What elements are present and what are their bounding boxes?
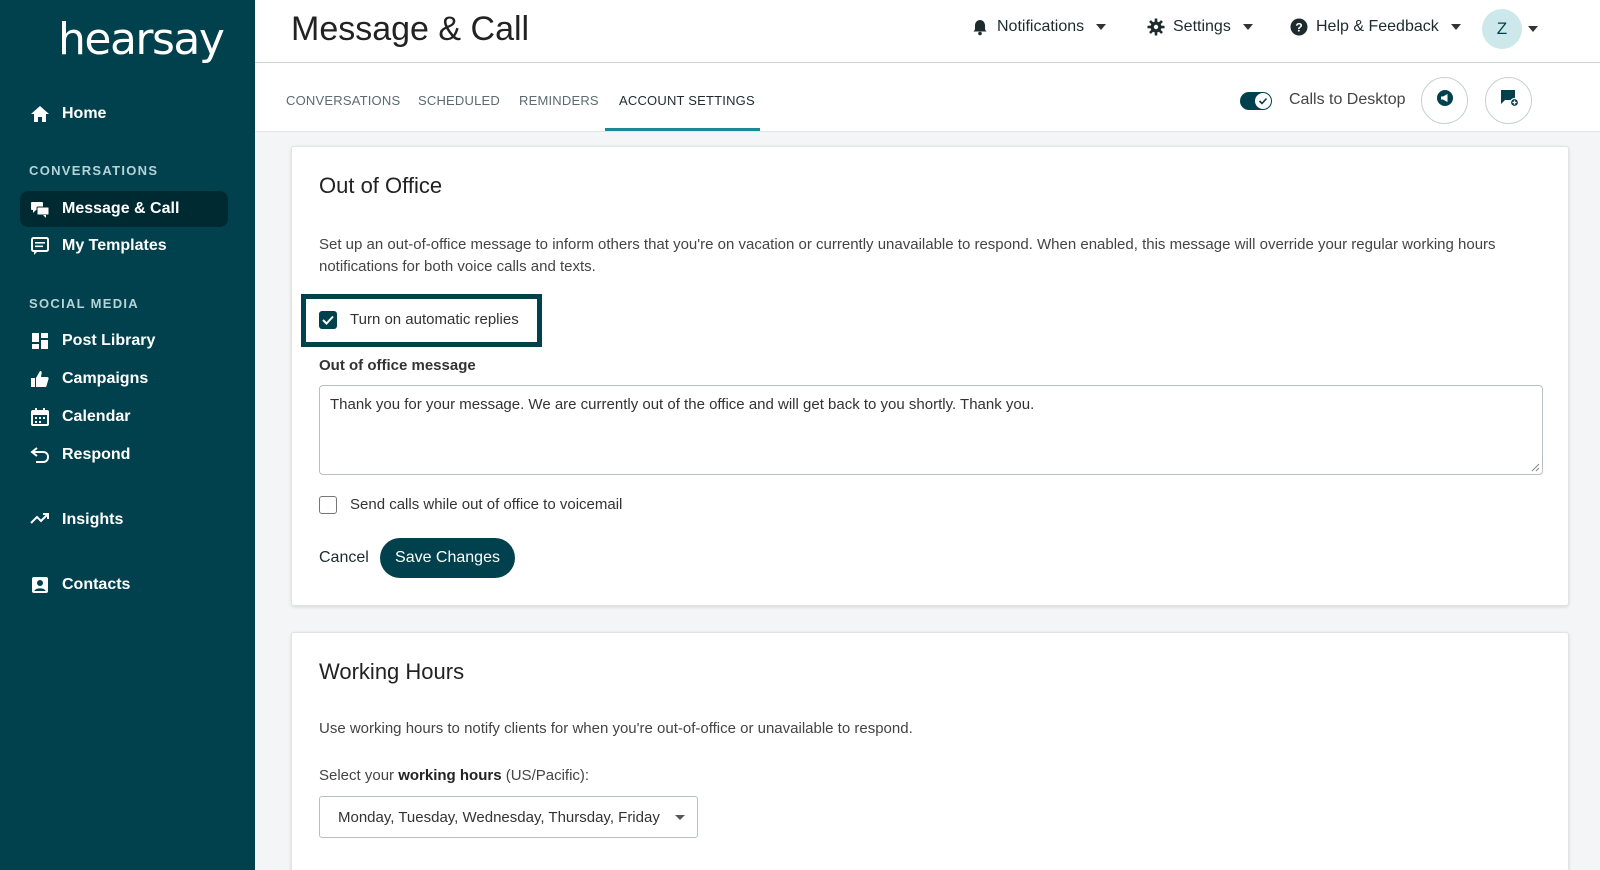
sidebar-item-respond[interactable]: Respond	[20, 437, 228, 473]
sidebar-item-label: Calendar	[62, 408, 131, 425]
chevron-down-icon	[1242, 24, 1253, 30]
sidebar-item-label: My Templates	[62, 237, 167, 254]
hearsay-logo[interactable]: hearsay	[58, 14, 225, 65]
message-field-label: Out of office message	[319, 357, 476, 374]
top-header: Message & Call Notifications Settings ? …	[255, 0, 1600, 63]
out-of-office-description: Set up an out-of-office message to infor…	[319, 236, 1496, 275]
toggle-knob	[1255, 93, 1271, 109]
active-tab-indicator	[605, 128, 760, 131]
contact-card-icon	[30, 575, 50, 595]
chevron-down-icon	[1450, 24, 1461, 30]
help-label: Help & Feedback	[1316, 18, 1439, 35]
add-chat-icon	[1499, 88, 1519, 113]
check-icon	[322, 315, 334, 325]
section-social-media: SOCIAL MEDIA	[29, 296, 139, 311]
out-of-office-message-textarea[interactable]: Thank you for your message. We are curre…	[319, 385, 1543, 475]
sidebar-item-label: Post Library	[62, 332, 156, 349]
working-hours-title: Working Hours	[319, 659, 465, 684]
sidebar-item-contacts[interactable]: Contacts	[20, 567, 228, 603]
chevron-down-icon	[1096, 24, 1107, 30]
sidebar-item-home[interactable]: Home	[20, 96, 228, 132]
cancel-button[interactable]: Cancel	[319, 549, 369, 567]
sidebar-item-label: Message & Call	[62, 200, 180, 217]
new-message-button[interactable]	[1485, 77, 1532, 124]
calendar-icon	[30, 407, 50, 427]
out-of-office-card: Out of Office Set up an out-of-office me…	[291, 146, 1569, 606]
sidebar-item-label: Home	[62, 105, 107, 122]
notifications-menu[interactable]: Notifications	[971, 18, 1107, 36]
help-circle-icon: ?	[1290, 18, 1308, 36]
working-hours-card: Working Hours Use working hours to notif…	[291, 632, 1569, 870]
message-text: Thank you for your message. We are curre…	[330, 396, 1035, 413]
sidebar: hearsay Home CONVERSATIONS Message & Cal…	[0, 0, 255, 870]
auto-replies-checkbox[interactable]	[319, 311, 337, 329]
voicemail-label[interactable]: Send calls while out of office to voicem…	[350, 496, 622, 513]
out-of-office-title: Out of Office	[319, 173, 443, 198]
tab-conversations[interactable]: CONVERSATIONS	[286, 93, 400, 108]
sidebar-item-insights[interactable]: Insights	[20, 502, 228, 538]
voicemail-checkbox[interactable]	[319, 496, 337, 514]
chat-bubbles-icon	[30, 199, 50, 219]
calls-to-desktop-label: Calls to Desktop	[1289, 91, 1406, 108]
section-conversations: CONVERSATIONS	[29, 163, 159, 178]
dashboard-icon	[30, 331, 50, 351]
reply-arrow-icon	[30, 445, 50, 465]
working-hours-description: Use working hours to notify clients for …	[319, 720, 913, 737]
tab-scheduled[interactable]: SCHEDULED	[418, 93, 500, 108]
home-icon	[30, 104, 50, 124]
tab-account-settings[interactable]: ACCOUNT SETTINGS	[619, 93, 755, 108]
trending-up-icon	[30, 510, 50, 530]
sidebar-item-campaigns[interactable]: Campaigns	[20, 361, 228, 397]
sidebar-item-post-library[interactable]: Post Library	[20, 323, 228, 359]
svg-text:?: ?	[1295, 21, 1302, 35]
auto-replies-label[interactable]: Turn on automatic replies	[350, 311, 519, 328]
page-title: Message & Call	[291, 10, 530, 48]
settings-label: Settings	[1173, 18, 1231, 35]
sidebar-item-calendar[interactable]: Calendar	[20, 399, 228, 435]
resize-handle-icon	[1531, 463, 1540, 472]
working-days-value: Monday, Tuesday, Wednesday, Thursday, Fr…	[338, 808, 660, 826]
working-hours-select-label: Select your working hours (US/Pacific):	[319, 767, 590, 784]
sidebar-item-label: Respond	[62, 446, 131, 463]
sidebar-item-my-templates[interactable]: My Templates	[20, 228, 228, 264]
template-icon	[30, 236, 50, 256]
sidebar-item-label: Insights	[62, 511, 124, 528]
notifications-label: Notifications	[997, 18, 1085, 35]
working-days-dropdown[interactable]: Monday, Tuesday, Wednesday, Thursday, Fr…	[319, 796, 698, 838]
save-changes-button[interactable]: Save Changes	[380, 538, 515, 578]
bell-icon	[971, 18, 989, 36]
tab-reminders[interactable]: REMINDERS	[519, 93, 599, 108]
thumbs-up-icon	[30, 369, 50, 389]
calls-to-desktop-toggle[interactable]	[1240, 92, 1272, 110]
sidebar-item-label: Campaigns	[62, 370, 149, 387]
megaphone-icon	[1435, 88, 1455, 113]
sidebar-item-message-call[interactable]: Message & Call	[20, 191, 228, 227]
help-feedback-menu[interactable]: ? Help & Feedback	[1290, 18, 1461, 36]
sidebar-item-label: Contacts	[62, 576, 131, 593]
gear-icon	[1147, 18, 1165, 36]
chevron-down-icon	[675, 815, 685, 820]
settings-menu[interactable]: Settings	[1147, 18, 1253, 36]
avatar[interactable]: Z	[1482, 9, 1522, 49]
broadcast-button[interactable]	[1421, 77, 1468, 124]
tab-bar: CONVERSATIONS SCHEDULED REMINDERS ACCOUN…	[255, 63, 1600, 132]
check-icon	[1258, 97, 1268, 105]
avatar-chevron-down-icon[interactable]	[1528, 26, 1538, 32]
